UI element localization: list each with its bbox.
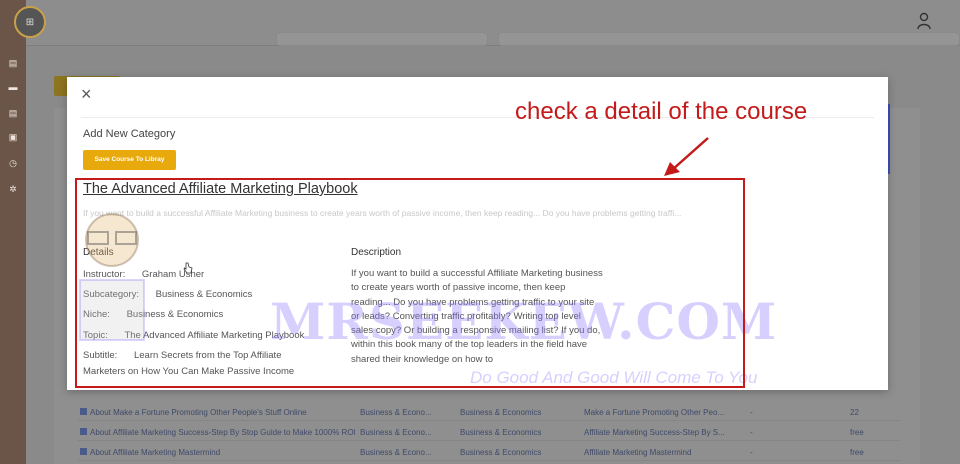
table-cell: About Affiliate Marketing Mastermind (90, 448, 221, 457)
table-row[interactable]: About Affiliate Marketing Mastermind Busi… (78, 443, 900, 461)
table-cell: Business & Economics (460, 428, 542, 437)
table-cell: Affiliate Marketing Success-Step By S... (584, 428, 725, 437)
save-course-button[interactable]: Save Course To Libray (83, 150, 176, 170)
top-pill (498, 32, 960, 46)
table-row[interactable]: About Make a Fortune Promoting Other Peo… (78, 403, 900, 421)
annotation-highlight-box (75, 178, 745, 388)
folder-icon[interactable]: ▬ (8, 82, 18, 92)
top-pill (276, 32, 488, 46)
table-row[interactable]: About Affiliate Marketing Success-Step B… (78, 423, 900, 441)
table-cell: Affiliate Marketing Mastermind (584, 448, 692, 457)
annotation-text: check a detail of the course (515, 98, 808, 125)
chart-icon[interactable]: ▣ (8, 132, 18, 142)
gear-icon[interactable]: ✲ (8, 184, 18, 194)
table-cell: About Make a Fortune Promoting Other Peo… (90, 408, 307, 417)
hand-cursor-icon (183, 262, 193, 274)
modal-heading: Add New Category (83, 128, 176, 140)
table-cell: free (850, 428, 864, 437)
table-cell: Business & Economics (460, 408, 542, 417)
table-cell: Business & Econo... (360, 428, 432, 437)
table-cell: Business & Economics (460, 448, 542, 457)
annotation-arrow-icon (664, 137, 709, 176)
top-bar (26, 0, 960, 46)
document-icon[interactable]: ▤ (8, 58, 18, 68)
clock-icon[interactable]: ◷ (8, 158, 18, 168)
checkbox[interactable] (80, 448, 87, 455)
table-cell: About Affiliate Marketing Success-Step B… (90, 428, 356, 437)
table-cell: - (750, 408, 753, 417)
table-cell: 22 (850, 408, 859, 417)
table-cell: free (850, 448, 864, 457)
table-cell: Business & Econo... (360, 448, 432, 457)
app-logo[interactable]: ⊞ (14, 6, 46, 38)
close-icon[interactable]: × (81, 85, 92, 103)
table-cell: - (750, 428, 753, 437)
list-icon[interactable]: ▤ (8, 108, 18, 118)
user-icon[interactable] (916, 12, 932, 30)
table-cell: Business & Econo... (360, 408, 432, 417)
table-cell: Make a Fortune Promoting Other Peo... (584, 408, 725, 417)
table-cell: - (750, 448, 753, 457)
sidebar: ▤ ▬ ▤ ▣ ◷ ✲ (0, 0, 26, 464)
grid-icon: ⊞ (25, 16, 35, 28)
checkbox[interactable] (80, 408, 87, 415)
checkbox[interactable] (80, 428, 87, 435)
